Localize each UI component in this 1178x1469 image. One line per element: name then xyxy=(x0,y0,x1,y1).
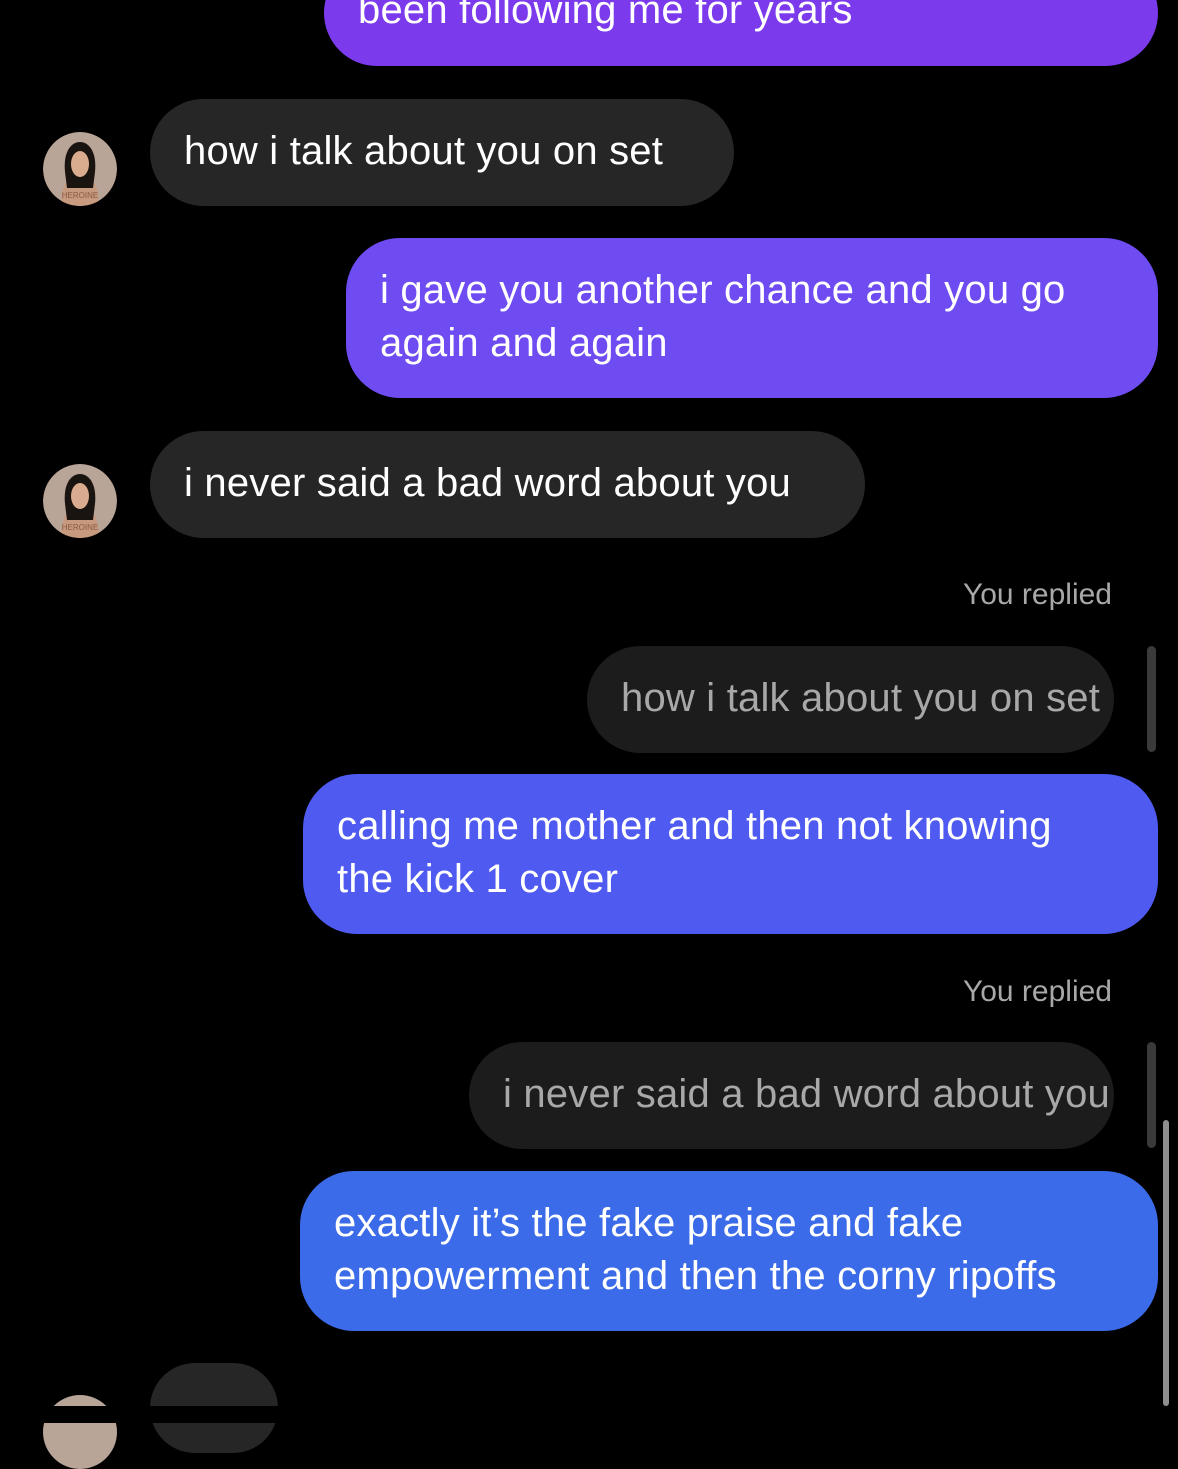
message-text-line: calling me mother and then not knowing xyxy=(337,804,1052,848)
message-text-line: empowerment and then the corny ripoffs xyxy=(334,1254,1057,1298)
svg-text:HEROINE: HEROINE xyxy=(62,523,98,532)
reply-quote-bar xyxy=(1147,646,1156,752)
sent-message-bubble[interactable]: calling me mother and then not knowing t… xyxy=(303,774,1158,934)
quoted-reply-bubble[interactable]: how i talk about you on set xyxy=(587,646,1114,753)
message-text-line: exactly it’s the fake praise and fake xyxy=(334,1201,964,1245)
message-text: how i talk about you on set xyxy=(184,129,664,173)
contact-avatar[interactable]: HEROINE xyxy=(43,464,117,538)
message-text: i never said a bad word about you xyxy=(184,461,791,505)
received-message-bubble[interactable]: how i talk about you on set xyxy=(150,99,734,206)
contact-avatar[interactable]: HEROINE xyxy=(43,132,117,206)
sent-message-bubble[interactable]: i gave you another chance and you go aga… xyxy=(346,238,1158,398)
svg-text:HEROINE: HEROINE xyxy=(62,191,98,200)
chat-thread: been following me for years HEROINE how … xyxy=(0,0,1178,1469)
you-replied-label: You replied xyxy=(962,578,1112,611)
quoted-text: how i talk about you on set xyxy=(621,676,1101,720)
sent-message-bubble[interactable]: been following me for years xyxy=(324,0,1158,66)
avatar-image: HEROINE xyxy=(43,132,117,206)
message-text-line: the kick 1 cover xyxy=(337,857,619,901)
message-text-line: i gave you another chance and you go xyxy=(380,268,1066,312)
quoted-reply-bubble[interactable]: i never said a bad word about you xyxy=(469,1042,1114,1149)
message-text: been following me for years xyxy=(358,0,853,32)
quoted-text: i never said a bad word about you xyxy=(503,1072,1110,1116)
reply-quote-bar xyxy=(1147,1042,1156,1148)
sent-message-bubble[interactable]: exactly it’s the fake praise and fake em… xyxy=(300,1171,1158,1331)
scrollbar[interactable] xyxy=(1163,1120,1169,1406)
you-replied-label: You replied xyxy=(962,975,1112,1008)
avatar-image: HEROINE xyxy=(43,464,117,538)
received-message-bubble[interactable]: i never said a bad word about you xyxy=(150,431,865,538)
bottom-mask xyxy=(0,1406,1178,1423)
message-text-line: again and again xyxy=(380,321,668,365)
